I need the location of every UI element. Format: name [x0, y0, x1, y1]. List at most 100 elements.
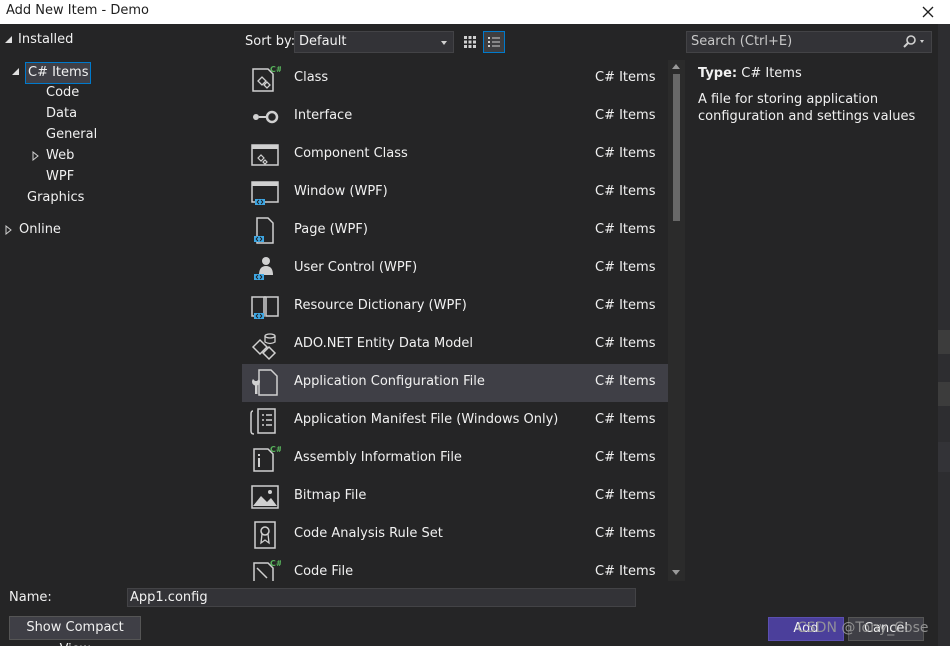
item-name: ADO.NET Entity Data Model: [294, 336, 474, 351]
item-category: C# Items: [595, 260, 656, 275]
template-tree: Installed C# Items Code Data General Web…: [0, 24, 240, 580]
manifest-file-icon: [250, 408, 276, 435]
svg-text:C#: C#: [270, 65, 281, 74]
interface-icon: [253, 110, 279, 124]
list-item[interactable]: User Control (WPF) C# Items: [242, 250, 668, 288]
list-item[interactable]: Bitmap File C# Items: [242, 478, 668, 516]
class-icon: C#: [252, 65, 281, 92]
svg-text:C#: C#: [270, 445, 281, 454]
item-name: Interface: [294, 108, 353, 123]
tree-label-installed: Installed: [18, 32, 74, 47]
item-category: C# Items: [595, 412, 656, 427]
tree-label-general: General: [46, 127, 98, 142]
expanded-arrow-icon: [12, 68, 19, 75]
item-category: C# Items: [595, 336, 656, 351]
item-category: C# Items: [595, 222, 656, 237]
item-category: C# Items: [595, 526, 656, 541]
code-file-icon: C#: [253, 559, 281, 581]
list-item[interactable]: Interface C# Items: [242, 98, 668, 136]
item-name: Code Analysis Rule Set: [294, 526, 443, 541]
bitmap-icon: [251, 485, 279, 509]
tree-node-graphics[interactable]: Graphics: [27, 188, 84, 208]
tree-node-web[interactable]: Web: [30, 146, 130, 166]
tree-node-installed[interactable]: Installed: [0, 30, 230, 50]
item-name: Component Class: [294, 146, 408, 161]
tree-label-data: Data: [46, 106, 78, 121]
tree-node-wpf[interactable]: WPF: [46, 167, 74, 187]
tree-node-csharp-items[interactable]: C# Items: [0, 62, 230, 84]
search-input[interactable]: Search (Ctrl+E): [686, 31, 932, 53]
resource-dictionary-icon: [251, 296, 279, 319]
list-item-selected[interactable]: Application Configuration File C# Items: [242, 364, 668, 402]
sort-value: Default: [299, 34, 347, 49]
list-item[interactable]: C# Code File C# Items: [242, 554, 668, 581]
scroll-up-arrow-icon[interactable]: [672, 64, 680, 69]
rule-set-icon: [254, 521, 276, 549]
item-category: C# Items: [595, 488, 656, 503]
item-name: Resource Dictionary (WPF): [294, 298, 467, 313]
list-item[interactable]: C# Class C# Items: [242, 60, 668, 98]
item-category: C# Items: [595, 146, 656, 161]
expanded-arrow-icon: [5, 36, 12, 43]
item-name: Assembly Information File: [294, 450, 462, 465]
tree-label-web: Web: [46, 148, 75, 163]
chevron-down-icon: [441, 41, 447, 45]
window-icon: [251, 181, 279, 205]
search-icon: [903, 35, 924, 48]
list-item[interactable]: Component Class C# Items: [242, 136, 668, 174]
tree-node-online[interactable]: Online: [0, 220, 100, 240]
user-control-icon: [254, 257, 273, 280]
list-item[interactable]: Page (WPF) C# Items: [242, 212, 668, 250]
name-field[interactable]: App1.config: [127, 588, 636, 607]
background-window-strip: [938, 24, 950, 646]
list-item[interactable]: Window (WPF) C# Items: [242, 174, 668, 212]
tree-node-data[interactable]: Data: [46, 104, 77, 124]
item-category: C# Items: [595, 70, 656, 85]
item-category: C# Items: [595, 450, 656, 465]
item-category: C# Items: [595, 108, 656, 123]
close-button[interactable]: [906, 0, 950, 24]
scroll-down-arrow-icon[interactable]: [672, 570, 680, 575]
tree-label-code: Code: [46, 85, 80, 100]
component-class-icon: [251, 144, 279, 166]
type-value: C# Items: [741, 66, 802, 81]
watermark: CSDN @Tony_Cose: [797, 620, 929, 636]
item-category: C# Items: [595, 298, 656, 313]
list-scrollbar[interactable]: [668, 60, 685, 581]
list-item[interactable]: Code Analysis Rule Set C# Items: [242, 516, 668, 554]
item-category: C# Items: [595, 564, 656, 579]
item-category: C# Items: [595, 184, 656, 199]
sort-dropdown[interactable]: Default: [294, 31, 454, 53]
list-item[interactable]: Application Manifest File (Windows Only)…: [242, 402, 668, 440]
tree-label-csharp-items: C# Items: [25, 62, 92, 84]
grid-view-icon: [464, 36, 476, 48]
type-label: Type:: [698, 66, 738, 81]
tree-label-wpf: WPF: [46, 169, 75, 184]
svg-text:C#: C#: [270, 559, 281, 568]
item-name: Window (WPF): [294, 184, 388, 199]
item-name: User Control (WPF): [294, 260, 418, 275]
show-compact-view-button[interactable]: Show Compact View: [9, 616, 141, 646]
medium-icons-view-button[interactable]: [459, 31, 481, 53]
tree-node-general[interactable]: General: [46, 125, 97, 145]
assembly-info-icon: C#: [253, 445, 281, 472]
list-item[interactable]: Resource Dictionary (WPF) C# Items: [242, 288, 668, 326]
scrollbar-thumb[interactable]: [673, 74, 680, 221]
entity-model-icon: [251, 333, 277, 361]
item-description: A file for storing application configura…: [698, 92, 916, 124]
item-name: Page (WPF): [294, 222, 368, 237]
collapsed-arrow-icon: [32, 151, 39, 161]
config-file-icon: [252, 369, 278, 396]
tree-label-online: Online: [19, 222, 61, 237]
list-item[interactable]: C# Assembly Information File C# Items: [242, 440, 668, 478]
item-name: Application Manifest File (Windows Only): [294, 412, 559, 427]
close-icon: [922, 6, 934, 18]
item-category: C# Items: [595, 374, 656, 389]
tree-node-code[interactable]: Code: [46, 83, 79, 103]
item-template-list: C# Class C# Items Interface C# Items Com…: [242, 60, 668, 581]
list-view-button[interactable]: [483, 31, 505, 53]
type-line: Type: C# Items: [698, 66, 930, 82]
page-icon: [254, 217, 274, 244]
sort-label: Sort by:: [245, 34, 296, 49]
list-item[interactable]: ADO.NET Entity Data Model C# Items: [242, 326, 668, 364]
